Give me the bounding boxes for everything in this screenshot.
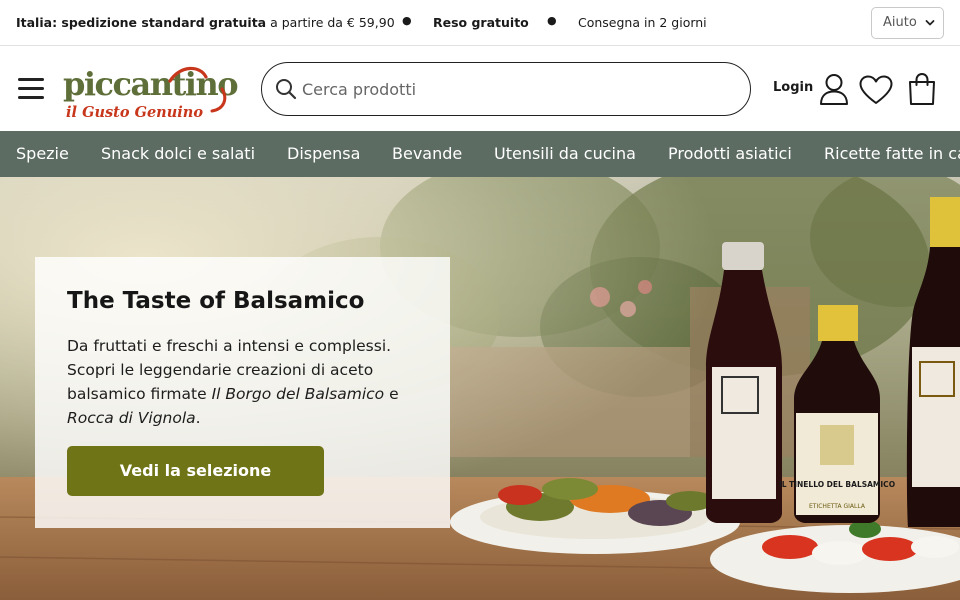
user-icon[interactable] xyxy=(819,73,849,105)
chevron-down-icon xyxy=(925,20,935,26)
bottle-label: IL TINELLO DEL BALSAMICO xyxy=(779,480,895,489)
help-dropdown[interactable]: Aiuto xyxy=(871,7,944,39)
hero-description-and: e xyxy=(384,385,399,403)
hero-promo-card: The Taste of Balsamico Da fruttati e fre… xyxy=(35,257,450,528)
site-logo[interactable]: piccantino il Gusto Genuino xyxy=(62,59,240,121)
category-nav: Spezie Snack dolci e salati Dispensa Bev… xyxy=(0,131,960,177)
nav-item-utensili[interactable]: Utensili da cucina xyxy=(494,144,636,163)
login-link[interactable]: Login xyxy=(773,80,813,95)
heart-icon[interactable] xyxy=(859,75,893,105)
announcement-bar: Italia: spedizione standard gratuita a p… xyxy=(0,0,960,46)
brand-borgo-balsamico: Il Borgo del Balsamico xyxy=(211,385,385,403)
hero-banner: IL TINELLO DEL BALSAMICO ETICHETTA GIALL… xyxy=(0,177,960,600)
help-dropdown-label: Aiuto xyxy=(883,15,917,30)
search-bar[interactable] xyxy=(261,62,751,116)
shipping-message: Italia: spedizione standard gratuita a p… xyxy=(16,15,395,30)
hero-description-end: . xyxy=(195,409,201,427)
separator-bullet: ● xyxy=(402,14,412,27)
shipping-message-bold: Italia: spedizione standard gratuita xyxy=(16,15,267,30)
bottle-sublabel: ETICHETTA GIALLA xyxy=(809,503,866,510)
shipping-message-suffix: a partire da € 59,90 xyxy=(270,15,395,30)
hero-description: Da fruttati e freschi a intensi e comple… xyxy=(67,334,427,430)
nav-item-dispensa[interactable]: Dispensa xyxy=(287,144,360,163)
logo-tagline: il Gusto Genuino xyxy=(66,104,203,121)
returns-message: Reso gratuito xyxy=(433,15,529,30)
shopping-bag-icon[interactable] xyxy=(907,72,937,106)
logo-wordmark: piccantino xyxy=(63,65,238,103)
nav-item-snack[interactable]: Snack dolci e salati xyxy=(101,144,255,163)
view-selection-button[interactable]: Vedi la selezione xyxy=(67,446,324,496)
logo-image: piccantino il Gusto Genuino xyxy=(63,65,240,121)
menu-icon[interactable] xyxy=(18,76,46,100)
site-header: piccantino il Gusto Genuino Login xyxy=(0,47,960,131)
hero-title: The Taste of Balsamico xyxy=(67,288,365,314)
nav-item-ricette[interactable]: Ricette fatte in casa xyxy=(824,144,960,163)
brand-rocca-vignola: Rocca di Vignola xyxy=(67,409,196,427)
nav-item-bevande[interactable]: Bevande xyxy=(392,144,462,163)
search-input[interactable] xyxy=(302,72,732,106)
nav-item-prodotti-asiatici[interactable]: Prodotti asiatici xyxy=(668,144,792,163)
delivery-message: Consegna in 2 giorni xyxy=(578,15,707,30)
nav-item-spezie[interactable]: Spezie xyxy=(16,144,69,163)
search-icon[interactable] xyxy=(274,77,298,101)
separator-bullet: ● xyxy=(547,14,557,27)
